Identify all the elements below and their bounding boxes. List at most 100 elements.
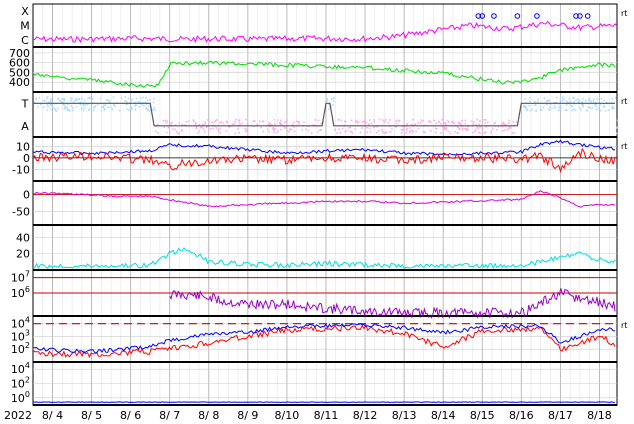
polarity-point xyxy=(73,100,76,103)
polarity-point xyxy=(244,127,247,130)
polarity-point xyxy=(336,132,338,134)
polarity-point xyxy=(435,127,438,130)
polarity-point xyxy=(75,99,78,102)
polarity-point xyxy=(611,107,613,110)
polarity-point xyxy=(523,105,526,107)
polarity-point xyxy=(464,127,466,130)
polarity-point xyxy=(596,98,599,101)
polarity-point xyxy=(305,128,307,131)
polarity-point xyxy=(612,106,614,108)
polarity-point xyxy=(443,128,446,130)
polarity-point xyxy=(92,97,94,100)
polarity-point xyxy=(100,110,103,112)
polarity-point xyxy=(479,126,481,128)
polarity-point xyxy=(135,97,138,100)
polarity-point xyxy=(548,105,551,108)
polarity-point xyxy=(475,128,477,131)
polarity-point xyxy=(87,97,89,100)
polarity-point xyxy=(197,132,199,134)
y-tick-label: 100 xyxy=(11,390,30,405)
polarity-point xyxy=(94,105,97,107)
polarity-point xyxy=(513,132,516,134)
y-tick-label: 40 xyxy=(16,231,30,244)
polarity-point xyxy=(454,130,456,133)
polarity-point xyxy=(63,99,65,101)
polarity-point xyxy=(398,120,401,123)
polarity-point xyxy=(134,105,136,108)
polarity-point xyxy=(111,108,114,111)
polarity-point xyxy=(395,122,398,125)
polarity-point xyxy=(78,98,80,100)
polarity-point xyxy=(262,120,264,122)
polarity-point xyxy=(156,123,159,126)
polarity-point xyxy=(365,121,368,124)
polarity-point xyxy=(441,118,443,121)
polarity-point xyxy=(246,123,249,125)
polarity-point xyxy=(75,105,78,108)
y-tick-label: 20 xyxy=(16,248,30,261)
polarity-point xyxy=(152,101,155,104)
polarity-point xyxy=(296,120,298,123)
polarity-point xyxy=(359,131,362,134)
polarity-point xyxy=(219,121,221,124)
polarity-point xyxy=(361,127,363,129)
polarity-point xyxy=(479,132,481,135)
panel-frame xyxy=(32,180,618,226)
polarity-point xyxy=(593,98,596,100)
polarity-point xyxy=(273,118,276,121)
polarity-point xyxy=(307,129,310,132)
polarity-point xyxy=(373,119,375,121)
polarity-point xyxy=(600,109,602,112)
polarity-point xyxy=(348,127,350,129)
polarity-point xyxy=(256,123,259,125)
polarity-point xyxy=(385,131,388,134)
polarity-point xyxy=(508,127,510,130)
polarity-point xyxy=(579,106,581,109)
polarity-point xyxy=(614,96,617,99)
polarity-point xyxy=(582,105,584,108)
polarity-point xyxy=(88,108,91,110)
x-tick-label: 8/13 xyxy=(392,409,417,422)
polarity-point xyxy=(553,105,556,107)
polarity-point xyxy=(445,127,448,129)
polarity-point xyxy=(445,123,447,126)
polarity-point xyxy=(101,106,103,108)
polarity-point xyxy=(92,109,95,112)
polarity-point xyxy=(350,119,353,122)
x-tick-label: 8/ 9 xyxy=(237,409,258,422)
polarity-point xyxy=(212,127,214,130)
polarity-point xyxy=(447,130,450,133)
polarity-point xyxy=(435,122,438,125)
polarity-point xyxy=(163,126,165,129)
polarity-point xyxy=(153,97,155,100)
polarity-point xyxy=(332,104,334,106)
polarity-point xyxy=(355,119,358,122)
series-line xyxy=(32,323,616,359)
right-marker: rt xyxy=(621,142,627,151)
polarity-point xyxy=(529,109,532,112)
polarity-point xyxy=(582,98,584,100)
polarity-point xyxy=(592,100,595,102)
polarity-point xyxy=(345,120,347,123)
polarity-point xyxy=(135,104,138,107)
polarity-point xyxy=(330,97,333,100)
polarity-point xyxy=(344,130,346,133)
polarity-point xyxy=(181,129,184,131)
series-line xyxy=(32,60,616,88)
polarity-point xyxy=(572,97,574,100)
polarity-point xyxy=(217,128,219,131)
panel-frame xyxy=(32,46,618,93)
y-category-label: A xyxy=(21,120,29,133)
polarity-point xyxy=(147,105,150,107)
polarity-point xyxy=(482,132,484,135)
polarity-point xyxy=(556,96,558,99)
right-marker: rt xyxy=(621,9,627,18)
grid xyxy=(32,4,610,405)
polarity-point xyxy=(511,132,514,135)
polarity-point xyxy=(528,100,531,102)
polarity-point xyxy=(417,127,420,130)
polarity-point xyxy=(326,99,329,102)
polarity-point xyxy=(361,121,364,123)
polarity-point xyxy=(479,120,481,122)
polarity-point xyxy=(383,132,386,134)
